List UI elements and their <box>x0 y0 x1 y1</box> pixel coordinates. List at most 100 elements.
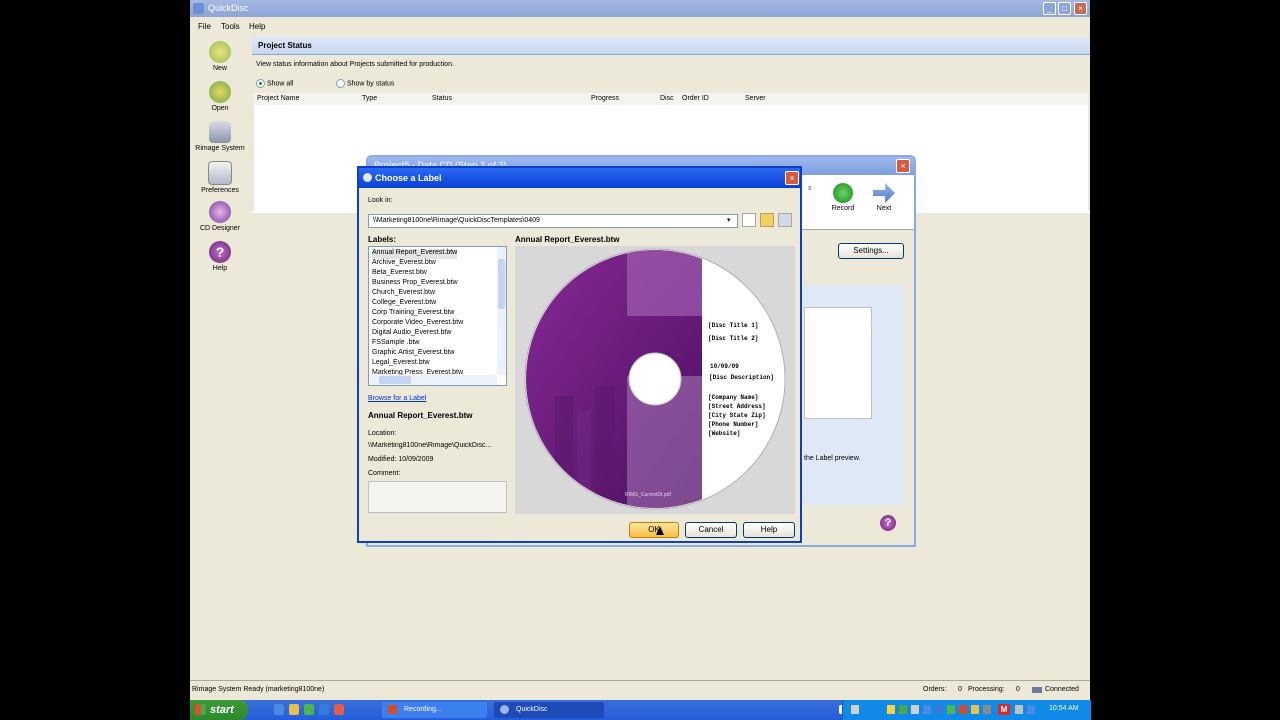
record-label: Record <box>831 205 855 212</box>
tray-icon[interactable] <box>851 705 859 714</box>
list-item[interactable]: Legal_Everest.btw <box>372 359 430 369</box>
location-value: \\Marketing8100ne\Rimage\QuickDisc... <box>368 442 492 449</box>
tray-icon[interactable] <box>983 705 991 714</box>
windows-logo-icon <box>195 704 206 715</box>
sidebar-item-preferences[interactable]: Preferences <box>190 161 250 194</box>
task-label: QuickDisc <box>516 706 548 713</box>
cd-street: [Street Address] <box>708 403 766 410</box>
ok-button[interactable]: OK <box>629 522 679 538</box>
label-preview-text: the Label preview. <box>804 455 861 462</box>
cd-label-preview: [Disc Title 1] [Disc Title 2] 10/09/09 [… <box>524 248 786 510</box>
cancel-button[interactable]: Cancel <box>685 522 737 538</box>
taskbar: start Recording... QuickDisc M 10:54 AM <box>190 700 1091 720</box>
wizard-close-button[interactable]: × <box>896 159 910 173</box>
sidebar-item-rimage-system[interactable]: Rimage System <box>190 121 250 152</box>
minimize-button[interactable]: _ <box>1043 2 1056 15</box>
sidebar-item-help[interactable]: ? Help <box>190 241 250 272</box>
help-button[interactable]: Help <box>743 522 795 538</box>
task-recording[interactable]: Recording... <box>382 702 487 718</box>
open-icon <box>209 81 231 103</box>
labels-list[interactable]: Annual Report_Everest.btw Archive_Everes… <box>368 246 507 386</box>
col-server[interactable]: Server <box>745 95 766 102</box>
menu-file[interactable]: File <box>198 22 211 31</box>
scrollbar-thumb[interactable] <box>498 259 505 309</box>
show-all-radio[interactable]: Show all <box>256 79 293 88</box>
list-item[interactable]: Archive_Everest.btw <box>372 259 436 269</box>
quicklaunch-folder-icon[interactable] <box>289 704 299 715</box>
tray-icon[interactable] <box>887 705 895 714</box>
list-item[interactable]: Digital Audio_Everest.btw <box>372 329 451 339</box>
project-status-header: Project Status <box>252 37 1090 55</box>
folder-up-icon[interactable] <box>760 213 774 227</box>
next-button[interactable]: Next <box>866 183 902 212</box>
selected-label-name: Annual Report_Everest.btw <box>368 411 473 420</box>
processing-value: 0 <box>1016 686 1020 693</box>
quicklaunch-media-icon[interactable] <box>334 704 344 715</box>
start-button[interactable]: start <box>190 700 248 720</box>
refresh-icon[interactable] <box>742 213 756 227</box>
sidebar-item-open[interactable]: Open <box>190 81 250 112</box>
label-preview-pane: [Disc Title 1] [Disc Title 2] 10/09/09 [… <box>515 246 795 514</box>
look-in-combo[interactable]: \\Marketing8100ne\Rimage\QuickDiscTempla… <box>368 214 738 228</box>
sidebar-item-cd-designer[interactable]: CD Designer <box>190 201 250 232</box>
col-project-name[interactable]: Project Name <box>257 95 299 102</box>
scrollbar-thumb[interactable] <box>379 376 411 384</box>
task-quickdisc[interactable]: QuickDisc <box>494 702 604 718</box>
page-title: Project Status <box>258 41 312 50</box>
tray-m-icon[interactable]: M <box>998 704 1010 715</box>
list-item[interactable]: Annual Report_Everest.btw <box>372 249 458 259</box>
vertical-scrollbar[interactable] <box>497 247 506 375</box>
col-order-id[interactable]: Order ID <box>682 95 709 102</box>
list-item[interactable]: Beta_Everest.btw <box>372 269 427 279</box>
list-item[interactable]: Business Prop_Everest.btw <box>372 279 458 289</box>
col-progress[interactable]: Progress <box>591 95 619 102</box>
quickdisc-task-icon <box>500 705 509 714</box>
maximize-button[interactable]: □ <box>1058 2 1071 15</box>
sidebar-label: Help <box>212 265 228 272</box>
menu-bar: File Tools Help <box>190 17 1090 35</box>
quicklaunch-app-icon[interactable] <box>304 704 314 715</box>
list-item[interactable]: College_Everest.btw <box>372 299 436 309</box>
orders-label: Orders: <box>923 686 947 693</box>
comment-label: Comment: <box>368 470 401 477</box>
col-status[interactable]: Status <box>432 95 452 102</box>
wizard-help-icon[interactable]: ? <box>880 515 896 531</box>
quicklaunch-ie-icon[interactable] <box>274 704 284 715</box>
record-button[interactable]: Record <box>823 183 863 212</box>
show-by-status-radio[interactable]: Show by status <box>336 79 394 88</box>
quicklaunch-desktop-icon[interactable] <box>319 704 329 715</box>
list-item[interactable]: Graphic Artist_Everest.btw <box>372 349 454 359</box>
list-item[interactable]: Church_Everest.btw <box>372 289 435 299</box>
connection-status: Connected <box>1045 686 1079 693</box>
tray-icon[interactable] <box>1027 705 1035 714</box>
col-disc[interactable]: Disc <box>660 95 674 102</box>
wizard-partial-text: s <box>808 185 812 192</box>
settings-button[interactable]: Settings... <box>838 243 904 259</box>
view-options-icon[interactable] <box>778 213 792 227</box>
help-icon: ? <box>209 241 231 263</box>
tray-icon[interactable] <box>1015 705 1023 714</box>
cd-city: [City State Zip] <box>708 412 766 419</box>
status-text: Rimage System Ready (marketing8100ne) <box>192 686 325 693</box>
comment-field[interactable] <box>368 481 507 513</box>
col-type[interactable]: Type <box>362 95 377 102</box>
menu-help[interactable]: Help <box>249 22 265 31</box>
tray-icon[interactable] <box>971 705 979 714</box>
close-button[interactable]: × <box>1074 2 1087 15</box>
list-item[interactable]: Corp Training_Everest.btw <box>372 309 454 319</box>
tray-icon[interactable] <box>923 705 931 714</box>
menu-tools[interactable]: Tools <box>221 22 240 31</box>
horizontal-scrollbar[interactable] <box>369 375 497 385</box>
tray-icon[interactable] <box>911 705 919 714</box>
tray-icon[interactable] <box>899 705 907 714</box>
wizard-list[interactable] <box>804 307 872 419</box>
sidebar-item-new[interactable]: New <box>190 41 250 72</box>
dialog-close-button[interactable]: × <box>785 171 799 185</box>
list-item[interactable]: FSSample .btw <box>372 339 419 349</box>
tray-icon[interactable] <box>947 705 955 714</box>
dialog-title-bar: Choose a Label × <box>359 168 800 188</box>
tray-icon[interactable] <box>935 705 943 714</box>
list-item[interactable]: Corporate Video_Everest.btw <box>372 319 463 329</box>
browse-for-label-link[interactable]: Browse for a Label <box>368 395 426 402</box>
tray-icon[interactable] <box>959 705 967 714</box>
